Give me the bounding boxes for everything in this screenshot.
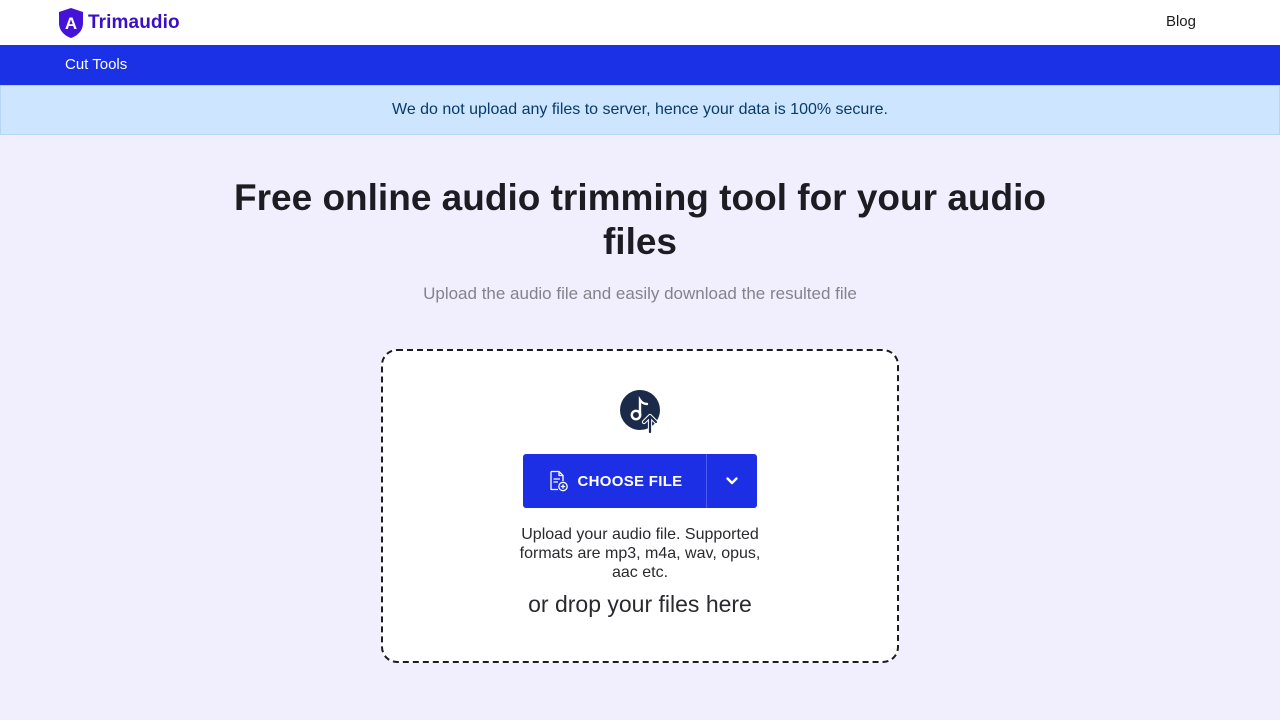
choose-file-button[interactable]: CHOOSE FILE [523, 454, 706, 508]
security-alert-text: We do not upload any files to server, he… [392, 101, 888, 118]
upload-source-dropdown-button[interactable] [706, 454, 757, 508]
page-title: Free online audio trimming tool for your… [234, 177, 1046, 262]
logo-text: Trimaudio [88, 12, 180, 33]
file-add-icon [549, 470, 568, 492]
logo-shield-icon: A [59, 8, 83, 38]
main-navbar: Cut Tools [0, 45, 1280, 85]
nav-item-cut-tools[interactable]: Cut Tools [65, 56, 127, 73]
logo-letter: A [65, 14, 77, 33]
security-alert: We do not upload any files to server, he… [0, 85, 1280, 135]
page-subtitle: Upload the audio file and easily downloa… [423, 284, 857, 303]
music-upload-icon [620, 390, 660, 434]
blog-link[interactable]: Blog [1166, 13, 1196, 30]
file-dropzone[interactable]: CHOOSE FILE Upload your audio file. Supp… [381, 349, 899, 663]
top-header: A Trimaudio Blog [0, 0, 1280, 45]
choose-file-group: CHOOSE FILE [523, 454, 757, 508]
drop-files-text: or drop your files here [528, 591, 752, 617]
chevron-down-icon [726, 477, 738, 485]
supported-formats-text: Upload your audio file. Supported format… [519, 526, 761, 581]
choose-file-label: CHOOSE FILE [577, 472, 683, 490]
logo-link[interactable]: A Trimaudio [57, 7, 180, 39]
